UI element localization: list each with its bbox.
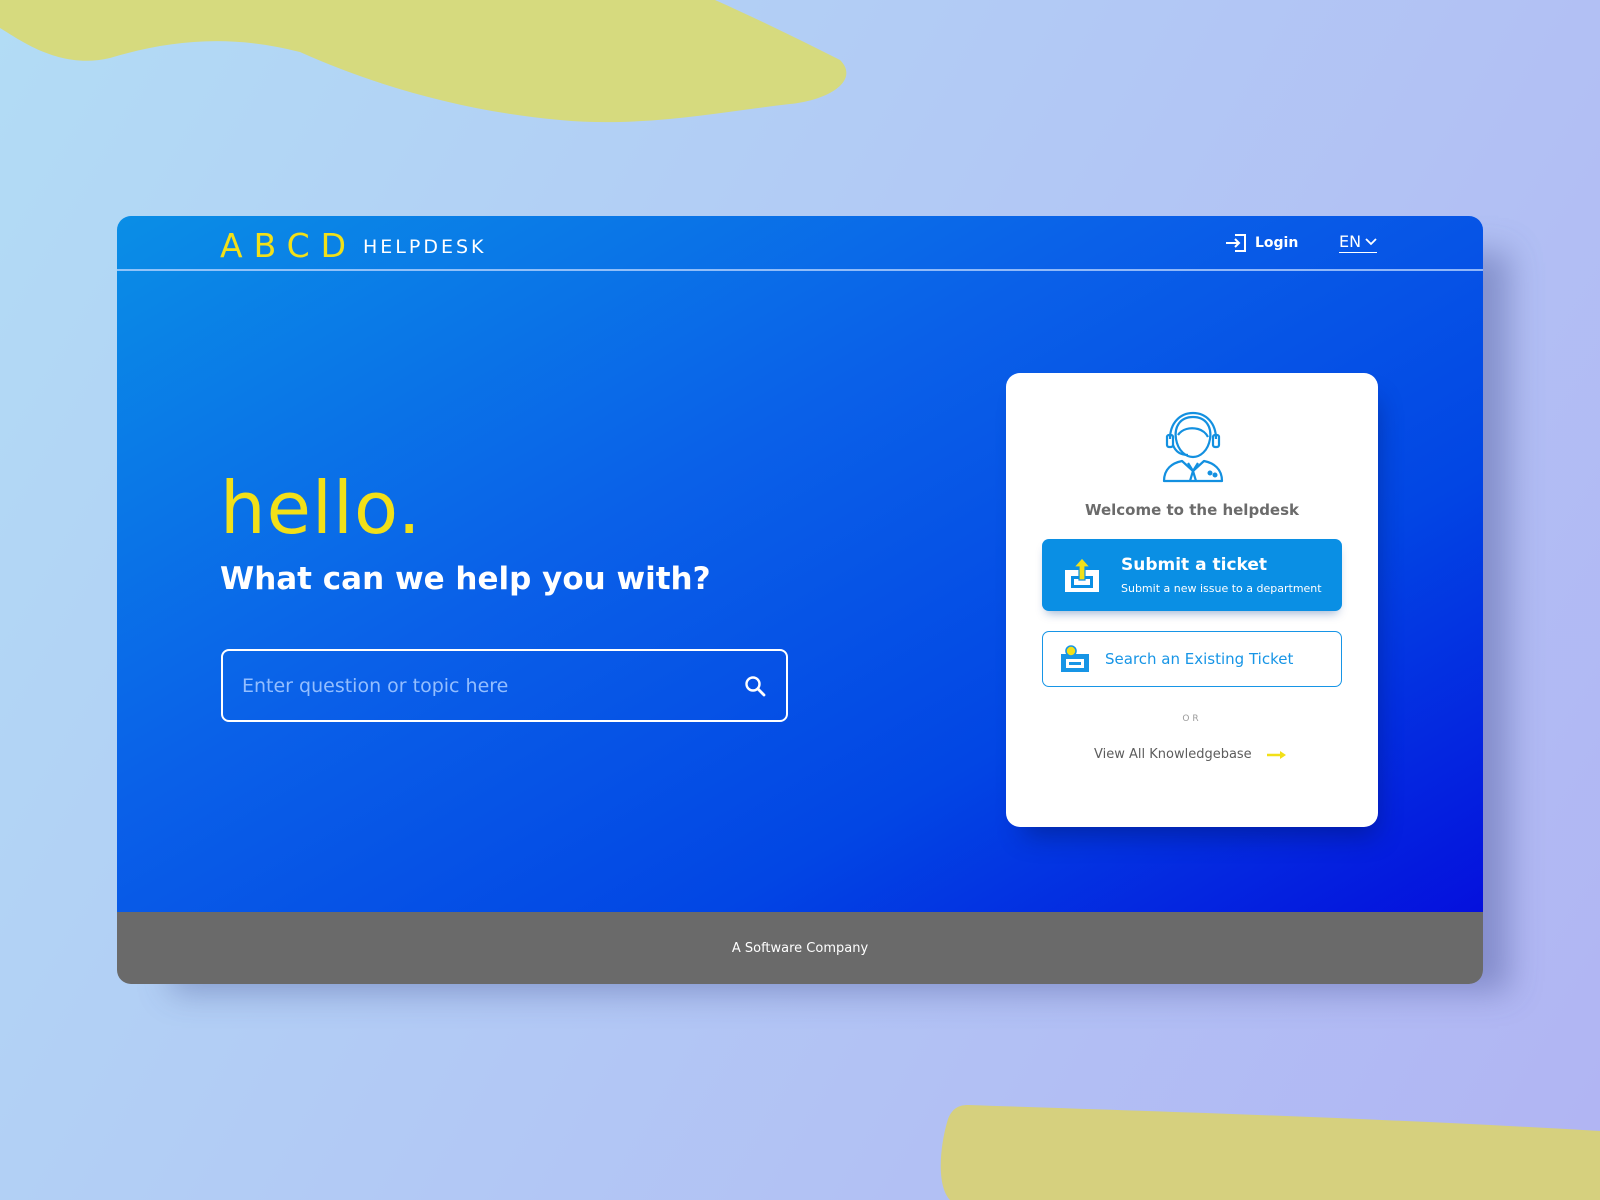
hero-section: ABCD HELPDESK Login EN hello. What can w…: [117, 216, 1483, 912]
search-icon[interactable]: [744, 675, 766, 697]
footer-text: A Software Company: [731, 940, 869, 956]
login-label: Login: [1255, 235, 1299, 251]
upload-ticket-icon: [1065, 557, 1099, 592]
chevron-down-icon: [1365, 237, 1377, 245]
search-input[interactable]: [223, 651, 786, 720]
or-divider: OR: [1182, 714, 1202, 724]
help-subheading: What can we help you with?: [220, 561, 711, 597]
helpdesk-window: ABCD HELPDESK Login EN hello. What can w…: [117, 216, 1483, 984]
submit-ticket-button[interactable]: Submit a ticket Submit a new issue to a …: [1042, 539, 1342, 611]
submit-ticket-subtitle: Submit a new issue to a department: [1121, 582, 1322, 595]
search-existing-ticket-button[interactable]: Search an Existing Ticket: [1042, 631, 1342, 687]
welcome-text: Welcome to the helpdesk: [1084, 501, 1300, 519]
greeting-title: hello.: [220, 466, 422, 550]
footer: A Software Company: [117, 912, 1483, 984]
search-box: [221, 649, 788, 722]
search-existing-ticket-label: Search an Existing Ticket: [1105, 650, 1294, 668]
decorative-blob-bottom: [940, 1105, 1600, 1200]
view-knowledgebase-link[interactable]: View All Knowledgebase: [1094, 747, 1288, 762]
top-navigation-bar: ABCD HELPDESK Login EN: [117, 216, 1483, 271]
decorative-blob-top: [0, 0, 847, 123]
language-value: EN: [1339, 232, 1362, 251]
logo-mark[interactable]: ABCD: [220, 226, 357, 265]
helpdesk-card: Welcome to the helpdesk Submit a ticket …: [1006, 373, 1378, 827]
language-selector[interactable]: EN: [1339, 232, 1378, 253]
logo-text[interactable]: HELPDESK: [363, 236, 487, 258]
login-arrow-icon: [1226, 234, 1246, 252]
login-button[interactable]: Login: [1225, 233, 1298, 253]
knowledgebase-label: View All Knowledgebase: [1094, 747, 1252, 762]
support-agent-icon: [1162, 411, 1224, 483]
arrow-right-icon: [1266, 750, 1286, 759]
submit-ticket-title: Submit a ticket: [1121, 555, 1268, 575]
ticket-search-icon: [1061, 645, 1089, 672]
